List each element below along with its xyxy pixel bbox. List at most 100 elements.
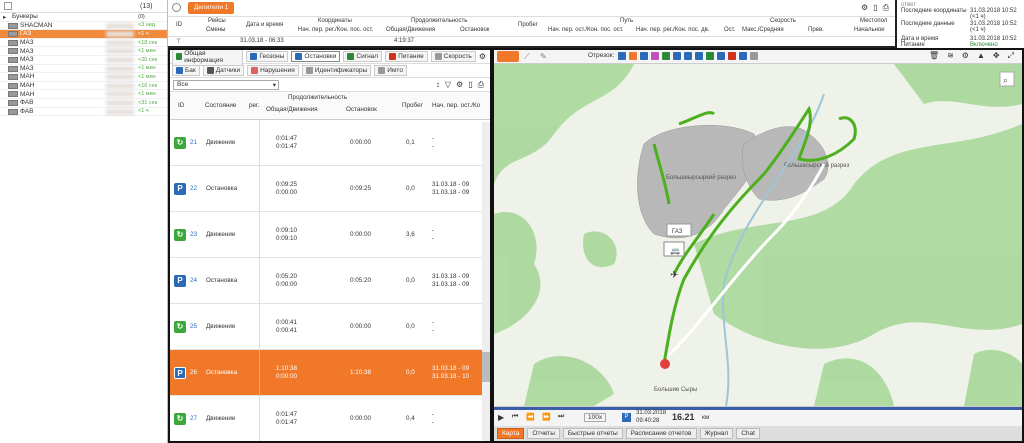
rewind-icon[interactable]: ⏪ [526, 413, 535, 421]
table-row[interactable]: ↻ 27 Движение 0:01:47 0:01:47 0:00:00 0,4 - - [170, 396, 482, 441]
unit-last-seen: <31 сек [138, 99, 158, 106]
detail-tabs: Общая информация Геозоны Остановки Сигнал Пи… [170, 50, 490, 66]
tab2-3[interactable]: Идентификаторы [301, 65, 372, 76]
bottom-tab-1[interactable]: Отчеты [527, 428, 560, 439]
segment-filter-icon[interactable] [618, 52, 626, 60]
tab2-0[interactable]: Бак [172, 65, 200, 76]
tab-3[interactable]: Сигнал [343, 51, 383, 62]
play-icon[interactable]: ▶ [498, 413, 504, 422]
gear-icon[interactable]: ⚙ [962, 51, 969, 61]
table-row[interactable]: P 26 Остановка 1:10:38 0:00:00 1:10:38 0,0 31.0… [170, 350, 482, 396]
speed-select[interactable]: 100x [584, 413, 607, 422]
map-panel[interactable]: ⟋ ✎ Отрезок: 🗑 ≋ ⚙ ▲ ✥ ⤢ Большеырсыркий … [492, 48, 1024, 443]
town-label: Большие Сыры [654, 387, 697, 393]
segment-filter-icon[interactable] [717, 52, 725, 60]
row-end: - [432, 143, 435, 150]
map-canvas[interactable]: Большеырсыркий разрез Большесырский разр… [494, 64, 1022, 406]
redacted-field [106, 22, 134, 29]
forward-icon[interactable]: ⏩ [542, 413, 551, 421]
gear-icon[interactable]: ⚙ [456, 80, 463, 90]
gear-icon[interactable]: ⚙ [479, 52, 486, 61]
tree-unit-item[interactable]: МАН <16 сек [0, 82, 167, 91]
bottom-tab-4[interactable]: Журнал [699, 428, 734, 439]
fullscreen-icon[interactable]: ⤢ [1008, 51, 1014, 61]
table-row[interactable]: P 24 Остановка 0:05:20 0:00:00 0:05:20 0,0 31.0… [170, 258, 482, 304]
tab-report[interactable]: Делители 1 [188, 2, 235, 14]
row-start: - [432, 411, 435, 418]
segment-filter-icon[interactable] [750, 52, 758, 60]
truck-icon [8, 48, 18, 55]
sort-icon[interactable]: ↕ [436, 80, 440, 90]
tab2-4[interactable]: Имто [374, 65, 407, 76]
battery-icon[interactable]: ▯ [873, 3, 877, 13]
segment-filter-icon[interactable] [640, 52, 648, 60]
tree-unit-item[interactable]: МАН <1 мин [0, 73, 167, 82]
tab2-2[interactable]: Нарушения [247, 65, 299, 76]
move-icon[interactable]: ✥ [993, 51, 1000, 61]
tree-unit-item[interactable]: ГАЗ <1 ч [0, 30, 167, 39]
tab-icon [389, 53, 397, 60]
tree-unit-item[interactable]: МАЗ <18 сек [0, 39, 167, 48]
segment-filter-icon[interactable] [673, 52, 681, 60]
tree-unit-item[interactable]: ФАВ <1 ч [0, 108, 167, 117]
segment-filter-icon[interactable] [739, 52, 747, 60]
tab-1[interactable]: Геозоны [246, 51, 289, 62]
trash-icon[interactable]: 🗑 [929, 51, 939, 61]
end-marker[interactable] [660, 359, 670, 369]
segment-filter-icon[interactable] [695, 52, 703, 60]
tab2-1[interactable]: Датчики [202, 65, 245, 76]
table-row[interactable]: P 22 Остановка 0:09:25 0:00:00 0:09:25 0,0 31.0… [170, 166, 482, 212]
search-icon[interactable]: ⌕ [1003, 76, 1008, 86]
table-row[interactable]: ↻ 23 Движение 0:09:10 0:09:10 0:00:00 3,6 - - [170, 212, 482, 258]
segment-filter-icon[interactable] [629, 52, 637, 60]
segment-filter-icon[interactable] [651, 52, 659, 60]
table-row[interactable]: ↻ 25 Движение 0:00:41 0:00:41 0:00:00 0,0 - - [170, 304, 482, 350]
layers-icon[interactable]: ≋ [947, 51, 954, 61]
bottom-tab-2[interactable]: Быстрые отчеты [562, 428, 623, 439]
tree-group[interactable]: ▸ Бункеры (0) [0, 13, 167, 22]
tab-5[interactable]: Скорость [430, 51, 476, 62]
line-tool-icon[interactable]: ⟋ [524, 52, 530, 62]
row-move: 0:00:00 [276, 281, 298, 288]
skip-end-icon[interactable]: ⏭ [558, 413, 564, 421]
segment-filter-icon[interactable] [684, 52, 692, 60]
bottom-tab-3[interactable]: Расписание отчетов [625, 428, 697, 439]
tree-unit-item[interactable]: МАЗ <1 мин [0, 65, 167, 74]
checkbox-icon[interactable] [4, 2, 12, 10]
expand-row-icon[interactable]: ⊤ [176, 38, 181, 45]
segment-filter-icon[interactable] [662, 52, 670, 60]
print-icon[interactable]: ⎙ [883, 3, 889, 13]
tree-unit-item[interactable]: МАН <1 мин [0, 90, 167, 99]
skip-start-icon[interactable]: ⏮ [512, 413, 518, 421]
tab-4[interactable]: Питание [385, 51, 428, 62]
print-icon[interactable]: ⎙ [478, 80, 484, 90]
battery-icon[interactable]: ▯ [468, 80, 472, 90]
segment-filter-icon[interactable] [728, 52, 736, 60]
filter-icon[interactable]: ▽ [445, 80, 451, 90]
radio-icon[interactable] [172, 3, 181, 12]
filter-select[interactable]: Все ▾ [173, 79, 279, 90]
ruler-icon[interactable]: ✎ [540, 52, 547, 61]
road-icon[interactable]: ▲ [977, 51, 985, 61]
bottom-tab-5[interactable]: Chat [736, 428, 760, 439]
bottom-tab-0[interactable]: Карта [497, 428, 525, 439]
tree-unit-item[interactable]: ФАВ <31 сек [0, 99, 167, 108]
tab-0[interactable]: Общая информация [172, 50, 244, 66]
parking-icon: P [174, 367, 186, 379]
row-start: 31.03.18 - 09 [432, 273, 470, 280]
segment-label: Отрезок: [588, 52, 615, 59]
tree-unit-item[interactable]: SHACMAN <3 нед [0, 22, 167, 31]
col-duration: Продолжительность [411, 18, 468, 24]
stops-table-header: ID Состояние рег. Продолжительность Обща… [170, 92, 490, 120]
tree-unit-item[interactable]: МАЗ <1 мин [0, 47, 167, 56]
expand-icon[interactable]: ▸ [3, 13, 6, 21]
segment-filter-icon[interactable] [706, 52, 714, 60]
table-row[interactable]: ↻ 21 Движение 0:01:47 0:01:47 0:00:00 0,1 - - [170, 120, 482, 166]
scrollbar[interactable] [482, 122, 490, 441]
track-tool-icon[interactable] [497, 51, 519, 62]
row-state: Движение [206, 139, 236, 146]
gear-icon[interactable]: ⚙ [861, 3, 868, 13]
tree-unit-item[interactable]: МАЗ <20 сек [0, 56, 167, 65]
redacted-field [106, 65, 134, 72]
tab-2[interactable]: Остановки [291, 51, 341, 62]
